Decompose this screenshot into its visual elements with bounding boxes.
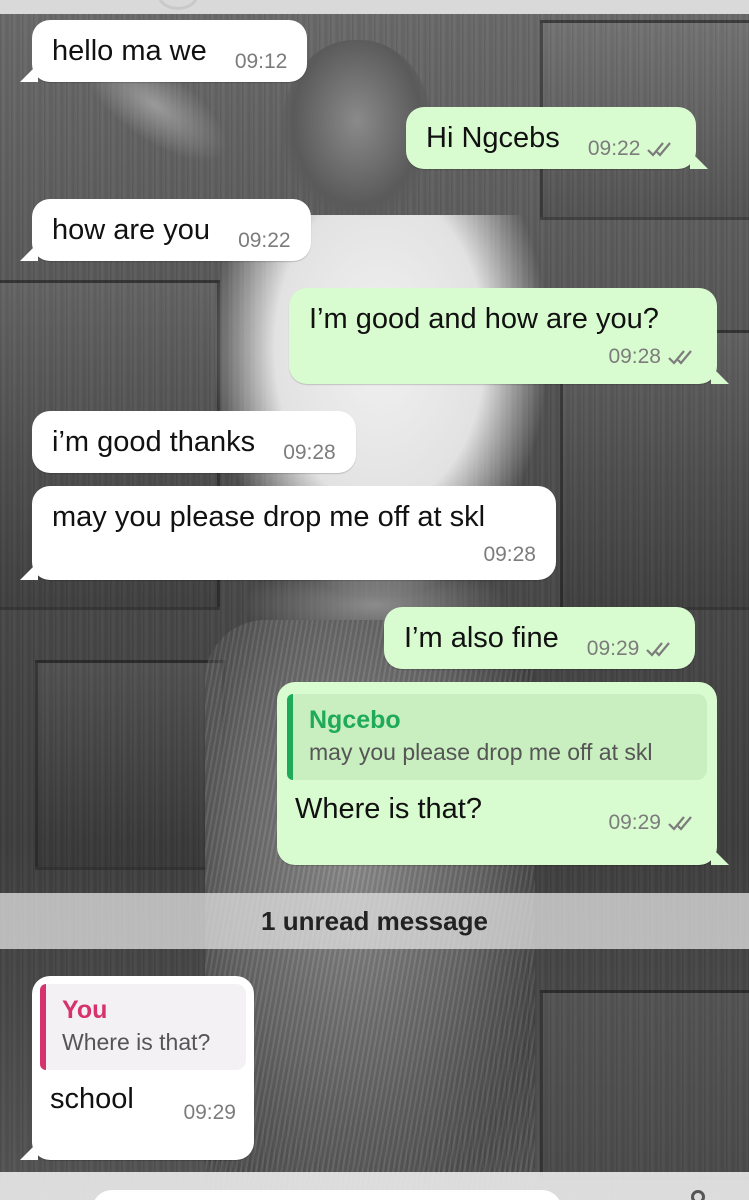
message-meta: 09:22 [588,132,677,166]
message-bubble-outgoing[interactable]: Hi Ngcebs 09:22 [406,107,709,169]
quote-author: Ngcebo [309,706,401,734]
message-time: 09:28 [608,345,661,368]
message-time: 09:29 [608,811,661,834]
quote-text: may you please drop me off at skl [309,739,653,765]
message-meta: 09:28 [309,340,697,374]
double-check-icon [668,816,692,831]
quoted-message[interactable]: You Where is that? [40,984,246,1070]
message-time: 09:28 [483,543,536,566]
message-meta: 09:29 [587,632,676,666]
message-bubble-incoming[interactable]: i’m good thanks 09:28 [32,411,356,473]
quote-author: You [62,996,108,1024]
quote-accent-bar [40,984,46,1070]
door-panel [35,660,225,870]
message-time: 09:28 [283,441,336,464]
message-text: i’m good thanks [52,426,256,458]
message-text: Hi Ngcebs [426,122,560,154]
door-panel [540,990,749,1180]
double-check-icon [647,142,672,157]
quote-text: Where is that? [62,1029,211,1055]
message-text: school [50,1083,134,1115]
double-check-icon [646,642,671,657]
double-check-icon [668,350,692,365]
message-time: 09:29 [586,637,640,660]
message-text: Where is that? [295,793,482,825]
top-bar [0,0,749,14]
message-time: 09:22 [238,229,291,252]
message-time: 09:22 [587,137,641,160]
camera-icon[interactable] [691,1190,705,1200]
quote-accent-bar [287,694,293,780]
message-bubble-outgoing[interactable]: I’m also fine 09:29 [384,607,696,669]
message-bubble-outgoing-reply[interactable]: Ngcebo may you please drop me off at skl… [277,682,729,865]
message-input[interactable] [92,1190,562,1200]
message-time: 09:29 [183,1101,236,1124]
message-text: may you please drop me off at skl [52,501,486,533]
message-text: I’m also fine [404,622,559,654]
reply-body: Where is that? 09:29 [287,792,707,836]
quoted-message[interactable]: Ngcebo may you please drop me off at skl [287,694,707,780]
unread-messages-banner: 1 unread message [0,893,749,949]
message-bubble-incoming[interactable]: hello ma we 09:12 [19,20,308,82]
message-text: hello ma we [52,35,207,67]
message-text: I’m good and how are you? [309,303,659,335]
message-bubble-incoming-reply[interactable]: You Where is that? school 09:29 [20,976,254,1160]
message-bubble-incoming[interactable]: how are you 09:22 [20,199,311,261]
message-bubble-incoming[interactable]: may you please drop me off at skl 09:28 [20,486,556,580]
reply-body: school 09:29 [40,1082,246,1126]
message-bubble-outgoing[interactable]: I’m good and how are you? 09:28 [289,288,729,384]
message-text: how are you [52,214,210,246]
message-meta: 09:29 [608,806,697,840]
message-time: 09:12 [234,50,288,73]
